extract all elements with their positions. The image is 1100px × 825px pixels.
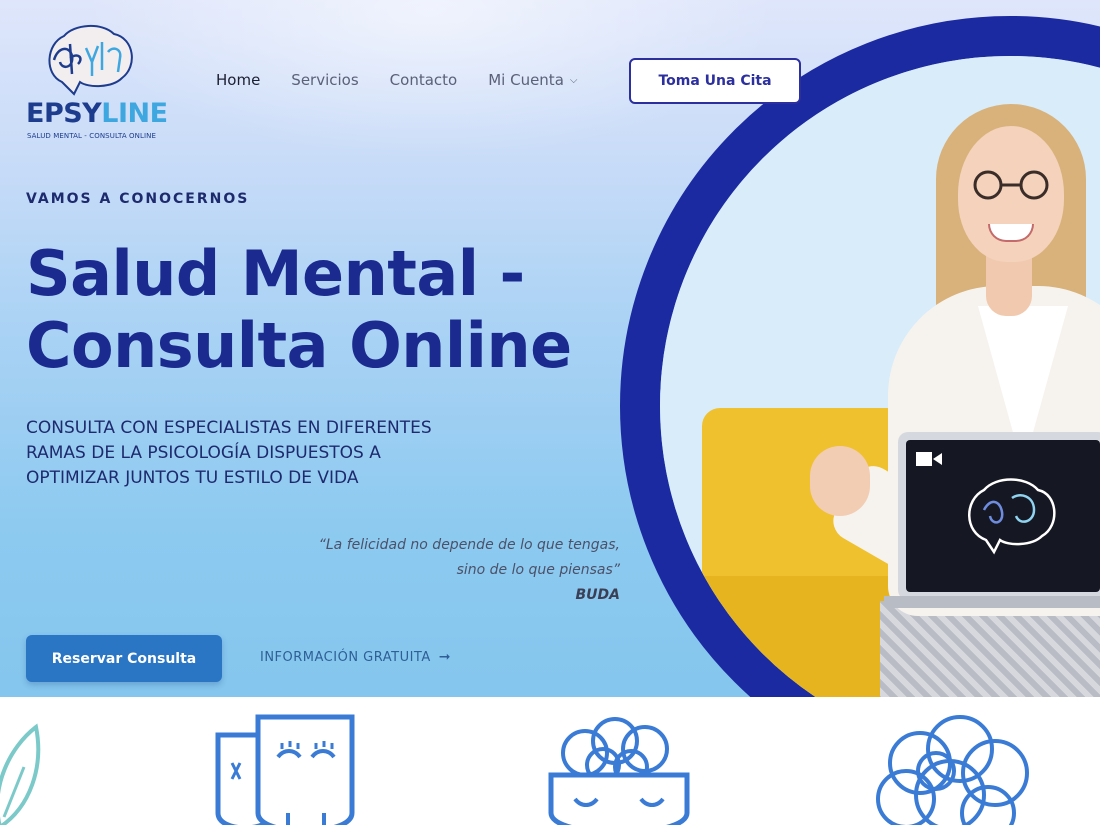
hero-subtext-line3: OPTIMIZAR JUNTOS TU ESTILO DE VIDA (26, 468, 359, 488)
free-info-link[interactable]: INFORMACIÓN GRATUITA ➞ (260, 649, 451, 665)
services-icons-row (0, 697, 1100, 825)
glasses-icon (973, 170, 1049, 200)
leaf-icon (0, 723, 41, 825)
hero-headline-line1: Salud Mental - (26, 237, 525, 310)
chevron-down-icon: ⌵ (569, 74, 578, 86)
brain-bowl-icon (548, 717, 690, 825)
hero-subtext-line1: CONSULTA CON ESPECIALISTAS EN DIFERENTES (26, 418, 432, 438)
laptop-base (884, 596, 1100, 608)
nav-home[interactable]: Home (216, 71, 260, 89)
brain-logo-icon (48, 25, 133, 96)
book-appointment-button[interactable]: Toma Una Cita (629, 58, 801, 104)
nav-servicios[interactable]: Servicios (291, 71, 358, 89)
arrow-right-icon: ➞ (438, 649, 451, 665)
thumbs-up-hand (810, 446, 870, 516)
hero-subtext-line2: RAMAS DE LA PSICOLOGÍA DISPUESTOS A (26, 443, 381, 463)
brand-wordmark: EPSYLINE (26, 98, 168, 129)
laptop (898, 432, 1100, 600)
brand-logo[interactable]: EPSYLINE SALUD MENTAL - CONSULTA ONLINE (26, 22, 168, 146)
nav-contacto[interactable]: Contacto (390, 71, 458, 89)
nav-mi-cuenta[interactable]: Mi Cuenta ⌵ (488, 71, 577, 89)
hero-subtext: CONSULTA CON ESPECIALISTAS EN DIFERENTES… (26, 416, 506, 491)
nav-mi-cuenta-label: Mi Cuenta (488, 71, 564, 89)
free-info-label: INFORMACIÓN GRATUITA (260, 649, 431, 665)
quote-line1: “La felicidad no depende de lo que tenga… (318, 537, 620, 553)
reserve-consultation-button[interactable]: Reservar Consulta (26, 635, 222, 682)
quote-author: BUDA (575, 587, 621, 603)
theater-masks-icon (215, 714, 355, 825)
hero-quote: “La felicidad no depende de lo que tenga… (240, 533, 620, 608)
brain-logo-icon (968, 478, 1056, 555)
hero-headline: Salud Mental - Consulta Online (26, 238, 646, 382)
hero-eyebrow: VAMOS A CONOCERNOS (26, 191, 250, 207)
laptop-screen (906, 440, 1100, 592)
camera-icon (916, 452, 942, 466)
main-nav: Home Servicios Contacto Mi Cuenta ⌵ (216, 71, 608, 89)
hero-headline-line2: Consulta Online (26, 309, 572, 382)
brand-tagline: SALUD MENTAL - CONSULTA ONLINE (27, 132, 156, 140)
tangled-mind-icon (876, 715, 1029, 825)
hero-section: EPSYLINE SALUD MENTAL - CONSULTA ONLINE … (0, 0, 1100, 697)
quote-line2: sino de lo que piensas” (456, 562, 620, 578)
